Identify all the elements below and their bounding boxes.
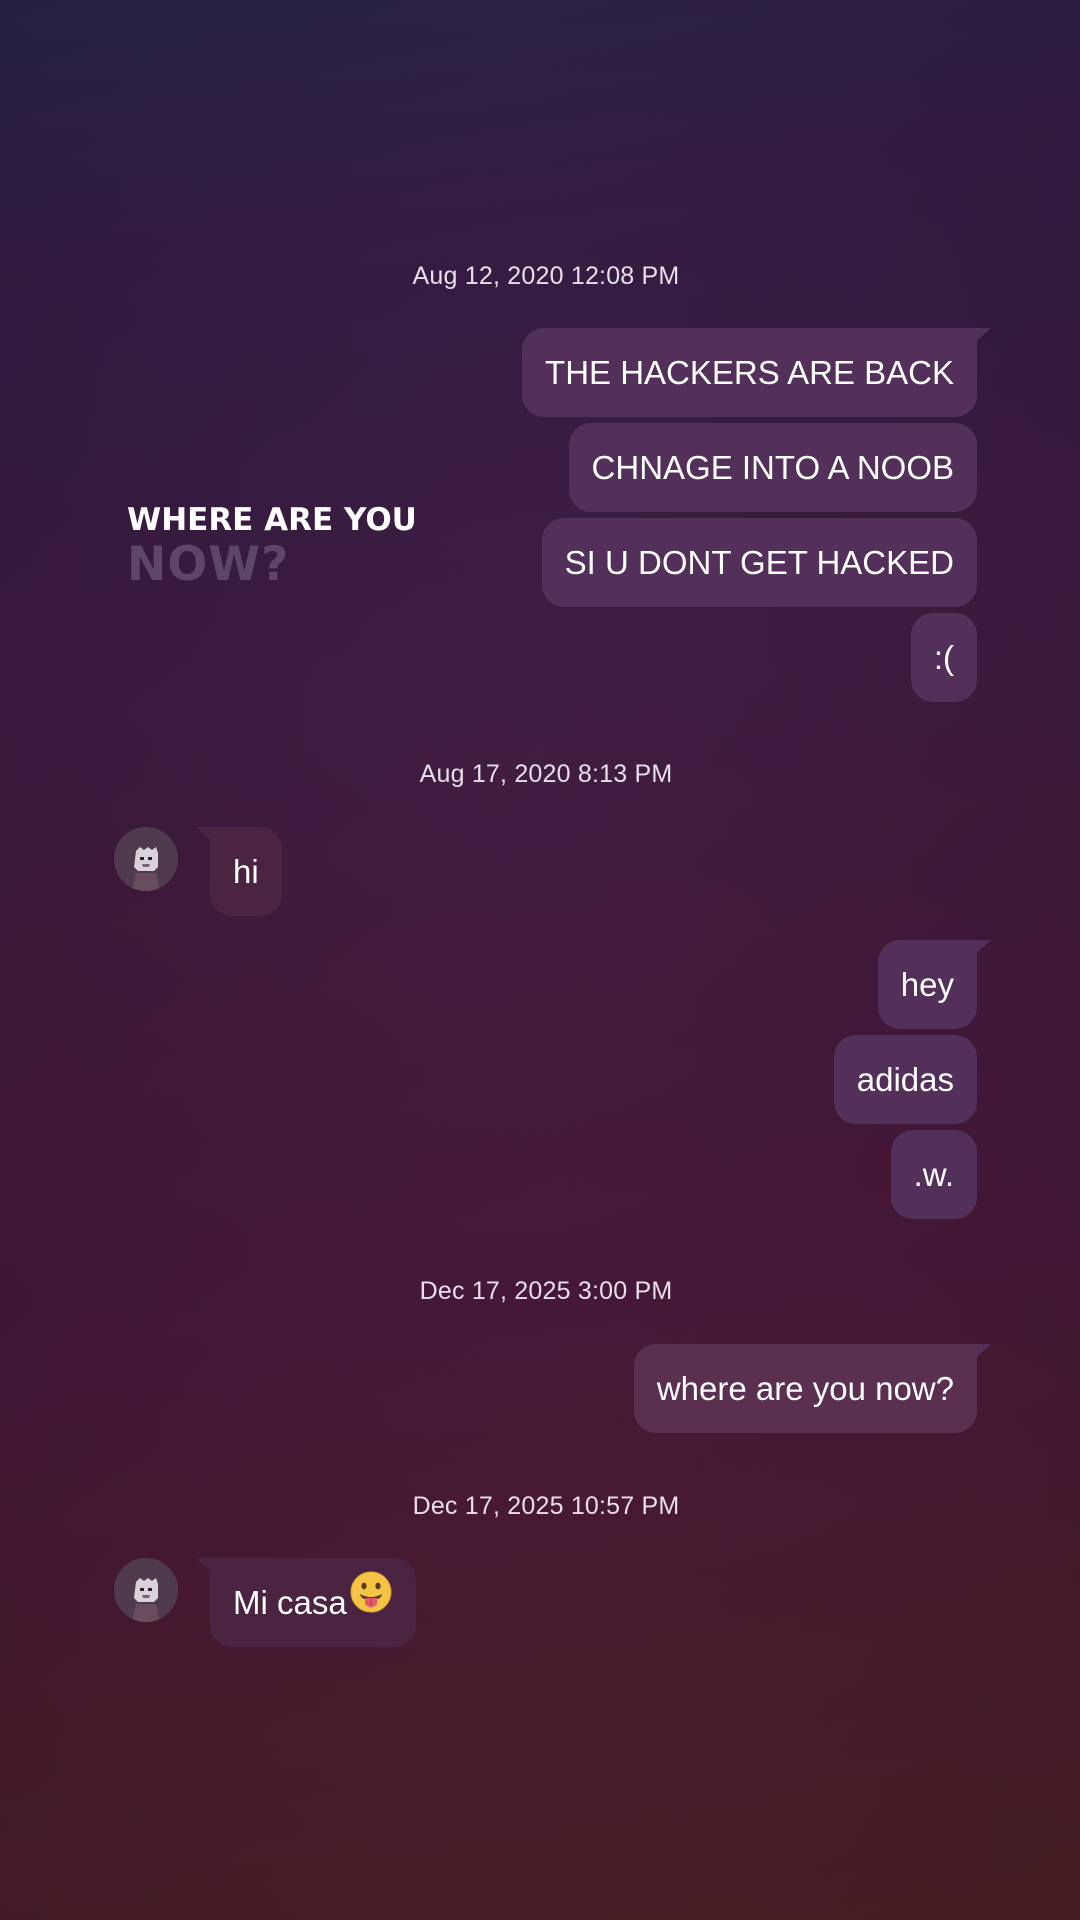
- message-bubble-outgoing[interactable]: :(: [910, 613, 977, 702]
- contact-avatar[interactable]: [114, 827, 178, 891]
- message-bubble-outgoing[interactable]: .w.: [890, 1130, 977, 1219]
- message-bubble-outgoing[interactable]: adidas: [833, 1035, 977, 1124]
- message-bubble-outgoing[interactable]: SI U DONT GET HACKED: [541, 518, 977, 607]
- avatar-image: [114, 827, 178, 891]
- watermark-line-1: WHERE ARE YOU: [127, 502, 417, 538]
- where-are-you-now-watermark: WHERE ARE YOU NOW?: [127, 502, 417, 592]
- avatar-image: [114, 1558, 178, 1622]
- message-bubble-incoming[interactable]: Mi casa: [196, 1558, 416, 1647]
- message-bubble-incoming[interactable]: hi: [196, 827, 282, 916]
- timestamp: Dec 17, 2025 3:00 PM: [419, 1277, 673, 1305]
- timestamp: Aug 12, 2020 12:08 PM: [412, 262, 680, 290]
- message-bubble-outgoing[interactable]: CHNAGE INTO A NOOB: [568, 423, 977, 512]
- message-bubble-outgoing[interactable]: THE HACKERS ARE BACK: [522, 328, 991, 417]
- message-text: Mi casa: [233, 1584, 347, 1621]
- contact-avatar[interactable]: [114, 1558, 178, 1622]
- timestamp: Aug 17, 2020 8:13 PM: [419, 760, 673, 788]
- message-bubble-outgoing[interactable]: where are you now?: [633, 1344, 992, 1433]
- message-bubble-outgoing[interactable]: hey: [877, 940, 992, 1029]
- timestamp: Dec 17, 2025 10:57 PM: [412, 1492, 680, 1520]
- tongue-out-emoji-icon: [349, 1558, 393, 1647]
- watermark-line-2: NOW?: [127, 537, 290, 592]
